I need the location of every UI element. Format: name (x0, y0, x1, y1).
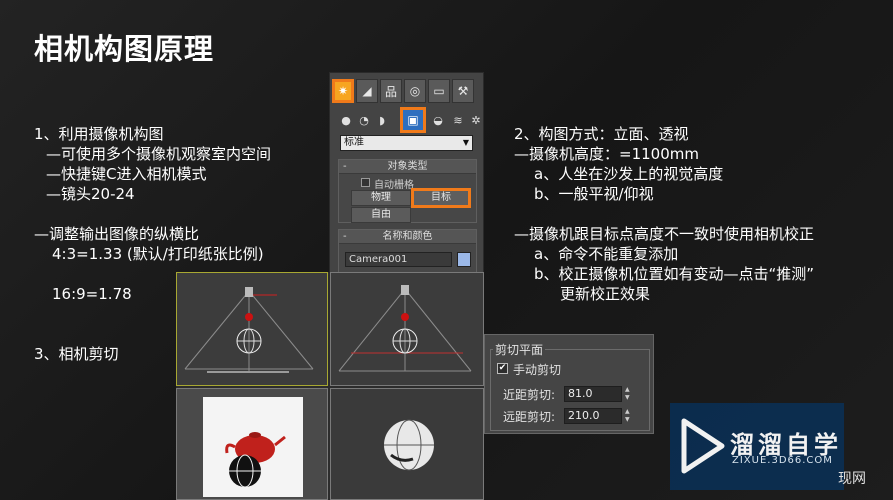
viewport-top-left[interactable] (176, 272, 328, 386)
command-panel: ✷ ◢ 品 ◎ ▭ ⚒ ● ◔ ◗ ▣ ◒ ≋ ✲ 标准 ▼ - 对象类型 自动栅格 物理 目标 自由… (329, 72, 484, 277)
watermark: 溜溜自学 ZIXUE.3D66.COM (670, 403, 844, 490)
motion-icon[interactable]: ◎ (404, 79, 426, 103)
teapot-render (203, 397, 303, 497)
note-line (514, 204, 814, 224)
note-line: b、一般平视/仰视 (534, 185, 654, 203)
free-camera-button[interactable]: 自由 (351, 207, 411, 223)
viewport-bottom-left[interactable] (176, 388, 328, 500)
auto-grid-checkbox[interactable] (361, 178, 370, 187)
name-color-rollout: - 名称和颜色 Camera001 (338, 229, 477, 274)
display-icon[interactable]: ▭ (428, 79, 450, 103)
camera-type-dropdown[interactable]: 标准 ▼ (340, 135, 473, 151)
far-clip-spinner-icon[interactable]: ▲ ▼ (625, 408, 633, 424)
watermark-url: ZIXUE.3D66.COM (732, 455, 833, 466)
note-line (34, 204, 271, 224)
target-camera-button[interactable]: 目标 (411, 188, 471, 208)
far-clip-input[interactable]: 210.0 (564, 408, 622, 424)
create-icon[interactable]: ✷ (332, 79, 354, 103)
note-line: —快捷键C进入相机模式 (46, 165, 207, 183)
viewport-bottom-right[interactable] (330, 388, 484, 500)
physical-camera-button[interactable]: 物理 (351, 190, 411, 206)
rollout-header[interactable]: - 名称和颜色 (339, 230, 476, 244)
command-panel-tabs: ✷ ◢ 品 ◎ ▭ ⚒ (332, 79, 482, 105)
auto-grid-label: 自动栅格 (374, 180, 414, 191)
viewport-top-right[interactable] (330, 272, 484, 386)
note-line: 2、构图方式：立面、透视 (514, 125, 689, 143)
watermark-tail: 现网 (838, 471, 866, 487)
play-logo-icon (681, 418, 725, 474)
note-line: a、命令不能重复添加 (534, 245, 679, 263)
right-notes: 2、构图方式：立面、透视 —摄像机高度：=1100mm a、人坐在沙发上的视觉高度 b… (514, 124, 814, 304)
rollout-title: 对象类型 (387, 161, 428, 172)
near-clip-spinner-icon[interactable]: ▲ ▼ (625, 386, 633, 402)
manual-clip-checkbox[interactable]: ✔ (497, 363, 508, 374)
viewport-area (176, 272, 484, 500)
rollout-header[interactable]: - 对象类型 (339, 160, 476, 174)
manual-clip-label: 手动剪切 (513, 363, 562, 377)
chevron-down-icon: ▼ (462, 138, 469, 147)
rollout-title: 名称和颜色 (382, 231, 433, 242)
note-line: —可使用多个摄像机观察室内空间 (46, 145, 272, 163)
note-line: —镜头20-24 (46, 185, 135, 203)
modify-icon[interactable]: ◢ (356, 79, 378, 103)
lights-icon[interactable]: ◗ (374, 111, 390, 129)
note-line: —摄像机跟目标点高度不一致时使用相机校正 (514, 225, 815, 243)
helpers-icon[interactable]: ◒ (430, 111, 446, 129)
cameras-icon[interactable]: ▣ (400, 107, 426, 133)
note-line: 4:3=1.33 (默认/打印纸张比例) (52, 245, 264, 263)
dropdown-value: 标准 (344, 137, 364, 148)
slide-title: 相机构图原理 (34, 32, 215, 66)
object-type-rollout: - 对象类型 自动栅格 物理 目标 自由 (338, 159, 477, 223)
utilities-icon[interactable]: ⚒ (452, 79, 474, 103)
checkmark-icon: ✔ (498, 363, 507, 373)
collapse-icon: - (343, 231, 347, 242)
spacewarps-icon[interactable]: ≋ (450, 111, 466, 129)
collapse-icon: - (343, 161, 347, 172)
geometry-icon[interactable]: ● (338, 111, 354, 129)
note-line: 1、利用摄像机构图 (34, 125, 164, 143)
systems-icon[interactable]: ✲ (468, 111, 484, 129)
sphere-render (384, 419, 434, 471)
camera-frustum-drawing (338, 285, 472, 372)
note-line: —摄像机高度：=1100mm (514, 145, 699, 163)
camera-frustum-drawing (184, 287, 314, 373)
note-line: 更新校正效果 (560, 285, 651, 303)
near-clip-label: 近距剪切: (503, 388, 556, 402)
object-color-swatch[interactable] (457, 252, 471, 267)
far-clip-label: 远距剪切: (503, 410, 556, 424)
shapes-icon[interactable]: ◔ (356, 111, 372, 129)
note-line: b、校正摄像机位置如有变动—点击“推测” (534, 265, 815, 283)
near-clip-input[interactable]: 81.0 (564, 386, 622, 402)
object-name-field[interactable]: Camera001 (345, 252, 452, 267)
clipping-title: 剪切平面 (493, 341, 546, 358)
clipping-planes-panel: 剪切平面 ✔ 手动剪切 近距剪切: 81.0 ▲ ▼ 远距剪切: 210.0 ▲ ▼ (484, 334, 654, 434)
hierarchy-icon[interactable]: 品 (380, 79, 402, 103)
create-category-icons: ● ◔ ◗ ▣ ◒ ≋ ✲ (338, 107, 484, 133)
note-line: a、人坐在沙发上的视觉高度 (534, 165, 724, 183)
note-line: —调整输出图像的纵横比 (34, 225, 200, 243)
